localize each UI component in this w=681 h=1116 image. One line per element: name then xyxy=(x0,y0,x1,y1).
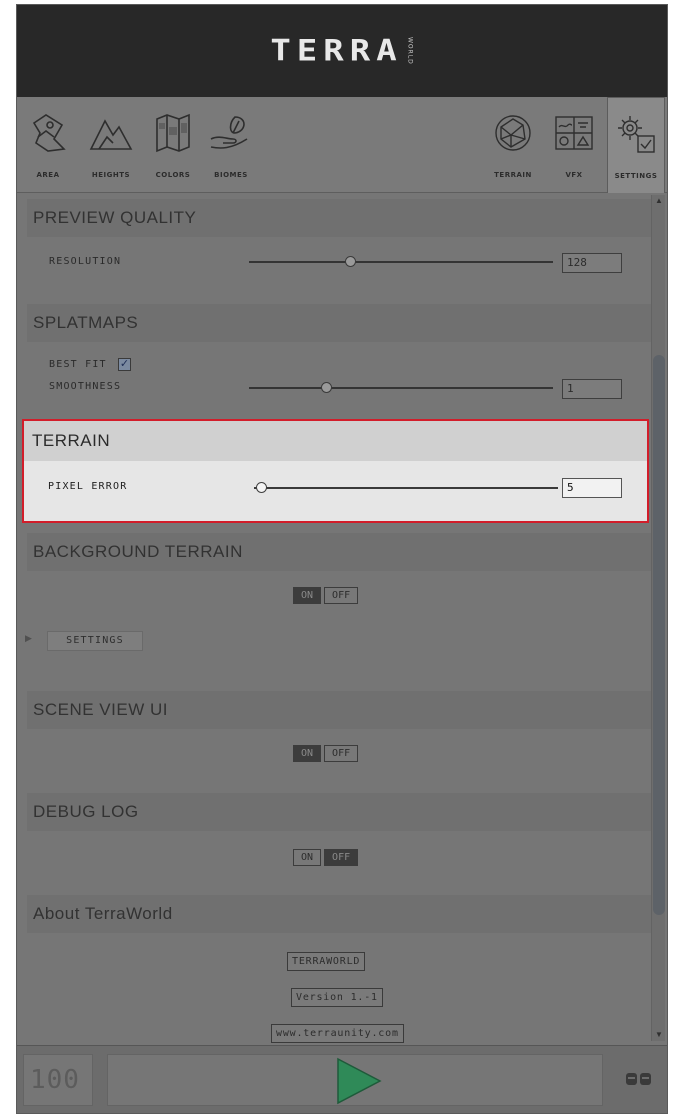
app-header: TERRA WORLD xyxy=(17,5,667,97)
tool-terrain[interactable]: TERRAIN xyxy=(483,97,543,193)
section-header-about: About TerraWorld xyxy=(27,895,651,933)
logo-subtext: WORLD xyxy=(406,37,414,65)
website-link-button[interactable]: www.terraunity.com xyxy=(271,1024,404,1043)
scrollbar-thumb[interactable] xyxy=(653,355,665,915)
section-header-splatmaps: SPLATMAPS xyxy=(27,304,651,342)
tool-area[interactable]: AREA xyxy=(23,97,73,193)
logo-text: TERRA xyxy=(270,34,403,68)
pixel-error-slider[interactable] xyxy=(254,487,558,489)
pixel-error-label: PIXEL ERROR xyxy=(48,481,128,492)
tool-vfx[interactable]: VFX xyxy=(549,97,599,193)
smoothness-label: SMOOTHNESS xyxy=(49,381,122,392)
pixel-error-input[interactable]: 5 xyxy=(562,478,622,498)
tool-area-label: AREA xyxy=(36,171,60,179)
debug-log-off-button[interactable]: OFF xyxy=(324,849,359,866)
mountain-icon xyxy=(89,119,133,150)
best-fit-checkbox[interactable]: ✓ xyxy=(118,358,131,371)
smoothness-input[interactable]: 1 xyxy=(562,379,622,399)
tool-colors[interactable]: COLORS xyxy=(145,97,201,193)
terraworld-logo: TERRA WORLD xyxy=(270,31,413,71)
tool-heights-label: HEIGHTS xyxy=(91,171,131,179)
section-header-background-terrain: BACKGROUND TERRAIN xyxy=(27,533,651,571)
module-toolbar: AREA HEIGHTS COLORS BIOMES TERRAIN VFX S… xyxy=(17,97,667,193)
smoothness-slider[interactable] xyxy=(249,387,553,389)
smoothness-slider-knob[interactable] xyxy=(321,382,332,393)
settings-gear-icon xyxy=(618,116,655,153)
tool-biomes-label: BIOMES xyxy=(214,171,248,179)
texture-map-icon xyxy=(156,113,190,153)
terrain-globe-icon xyxy=(495,115,531,151)
debug-log-on-button[interactable]: ON xyxy=(293,849,322,866)
gamepad-icon[interactable] xyxy=(625,1070,653,1088)
tool-terrain-label: TERRAIN xyxy=(494,171,532,179)
footer-bar: 100 xyxy=(17,1045,667,1113)
resolution-input[interactable]: 128 xyxy=(562,253,622,273)
scene-view-ui-on-button[interactable]: ON xyxy=(293,745,322,762)
area-map-icon xyxy=(32,114,66,152)
tool-settings-label: SETTINGS xyxy=(614,172,658,180)
play-icon[interactable] xyxy=(334,1057,382,1105)
background-terrain-settings-button[interactable]: SETTINGS xyxy=(47,631,143,651)
resolution-slider-knob[interactable] xyxy=(345,256,356,267)
tool-heights[interactable]: HEIGHTS xyxy=(77,97,145,193)
tool-settings[interactable]: SETTINGS xyxy=(607,97,665,193)
debug-log-toggle: ON OFF xyxy=(293,849,359,866)
vertical-scrollbar[interactable]: ▲ ▼ xyxy=(651,195,665,1041)
terraworld-window: TERRA WORLD AREA HEIGHTS COLORS BIOMES T… xyxy=(16,4,668,1114)
resolution-slider[interactable] xyxy=(249,261,553,263)
scroll-up-icon[interactable]: ▲ xyxy=(652,195,666,207)
settings-panel[interactable]: PREVIEW QUALITY RESOLUTION 128 SPLATMAPS… xyxy=(17,193,667,1045)
section-header-terrain: TERRAIN xyxy=(24,421,647,461)
best-fit-label: BEST FIT xyxy=(49,359,107,370)
scene-view-ui-toggle: ON OFF xyxy=(293,745,359,762)
tool-colors-label: COLORS xyxy=(155,171,191,179)
background-terrain-toggle: ON OFF xyxy=(293,587,359,604)
expand-triangle-icon[interactable]: ▶ xyxy=(25,633,32,644)
leaf-hand-icon xyxy=(210,116,248,149)
section-header-preview-quality: PREVIEW QUALITY xyxy=(27,199,651,237)
resolution-label: RESOLUTION xyxy=(49,256,122,267)
scroll-down-icon[interactable]: ▼ xyxy=(652,1029,666,1041)
vfx-icon xyxy=(555,116,593,150)
version-button[interactable]: Version 1.-1 xyxy=(291,988,383,1007)
background-terrain-off-button[interactable]: OFF xyxy=(324,587,359,604)
tool-biomes[interactable]: BIOMES xyxy=(203,97,259,193)
terrain-section-highlight: TERRAIN PIXEL ERROR 5 xyxy=(22,419,649,523)
play-area xyxy=(107,1054,603,1106)
section-header-scene-view-ui: SCENE VIEW UI xyxy=(27,691,651,729)
counter-display: 100 xyxy=(23,1054,93,1106)
tool-vfx-label: VFX xyxy=(565,171,583,179)
terraworld-button[interactable]: TERRAWORLD xyxy=(287,952,366,971)
pixel-error-slider-knob[interactable] xyxy=(256,482,267,493)
background-terrain-on-button[interactable]: ON xyxy=(293,587,322,604)
scene-view-ui-off-button[interactable]: OFF xyxy=(324,745,359,762)
section-header-debug-log: DEBUG LOG xyxy=(27,793,651,831)
